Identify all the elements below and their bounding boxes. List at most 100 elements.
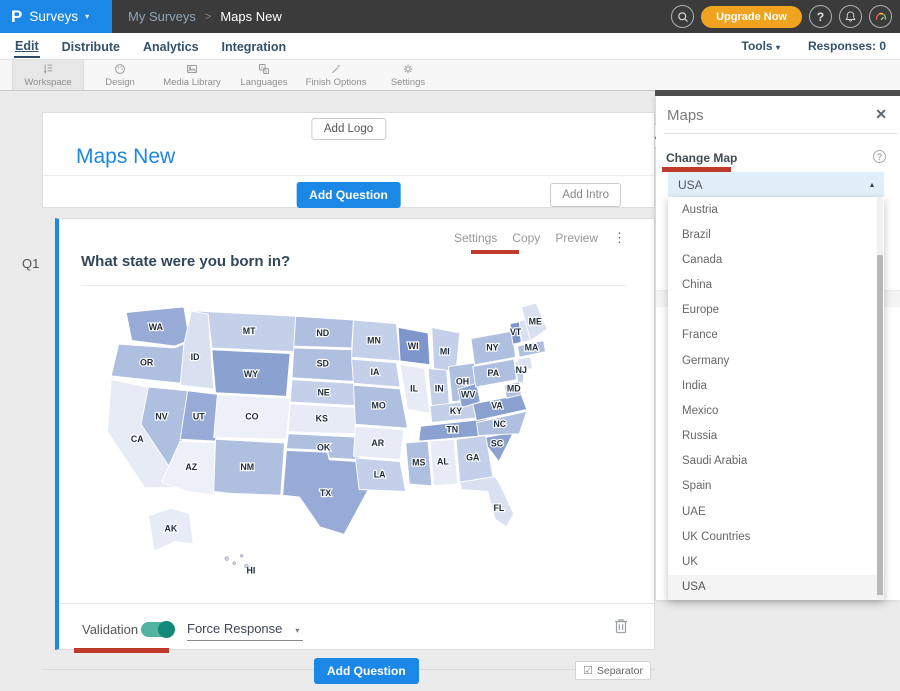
add-question-button-top[interactable]: Add Question [296, 182, 401, 208]
state-label-MA: MA [525, 343, 539, 353]
annotation-underline-settings [471, 250, 519, 254]
svg-text:a: a [265, 70, 268, 74]
breadcrumb-current: Maps New [220, 9, 281, 24]
add-intro-button[interactable]: Add Intro [550, 183, 621, 207]
toolbar-item-label: Media Library [163, 77, 221, 88]
separator-toggle-button[interactable]: ☑ Separator [575, 661, 651, 680]
question-actions: Settings Copy Preview ⋮ [454, 230, 626, 246]
scrollbar-thumb[interactable] [877, 255, 883, 595]
map-option-germany[interactable]: Germany [668, 348, 884, 373]
validation-toggle[interactable] [141, 622, 174, 637]
delete-question-trash-icon[interactable] [614, 617, 628, 639]
dropdown-scrollbar[interactable] [877, 197, 883, 600]
help-circle-icon[interactable]: ? [873, 150, 886, 163]
change-map-dropdown: USA ▴ AustriaBrazilCanadaChinaEuropeFran… [668, 172, 884, 600]
breadcrumb: My Surveys > Maps New [128, 0, 282, 33]
map-option-brazil[interactable]: Brazil [668, 222, 884, 247]
toolbar-item-settings[interactable]: Settings [372, 60, 444, 90]
map-option-uk-countries[interactable]: UK Countries [668, 524, 884, 549]
toolbar-item-design[interactable]: Design [84, 60, 156, 90]
map-option-saudi-arabia[interactable]: Saudi Arabia [668, 449, 884, 474]
state-label-MI: MI [440, 346, 450, 356]
toolbar-item-finish-options[interactable]: Finish Options [300, 60, 372, 90]
question-preview-link[interactable]: Preview [555, 231, 598, 245]
add-question-button-bottom[interactable]: Add Question [314, 658, 419, 684]
toolbar-item-workspace[interactable]: Workspace [12, 60, 84, 90]
tab-edit[interactable]: Edit [14, 35, 40, 58]
map-option-spain[interactable]: Spain [668, 474, 884, 499]
map-option-austria[interactable]: Austria [668, 197, 884, 222]
upgrade-now-button[interactable]: Upgrade Now [701, 6, 802, 28]
state-label-SD: SD [317, 359, 330, 369]
state-label-TN: TN [446, 425, 458, 435]
map-option-india[interactable]: India [668, 373, 884, 398]
change-map-select[interactable]: USA ▴ [668, 172, 884, 197]
state-label-WI: WI [408, 341, 419, 351]
map-option-france[interactable]: France [668, 323, 884, 348]
map-option-usa[interactable]: USA [668, 575, 884, 600]
breadcrumb-my-surveys[interactable]: My Surveys [128, 9, 196, 24]
state-label-IA: IA [371, 367, 380, 377]
tab-analytics[interactable]: Analytics [142, 36, 200, 57]
usa-map: WAORCAIDNVUTAZMTWYCONMNDSDNEKSOKTXMNIAMO… [100, 293, 552, 593]
divider [43, 175, 654, 176]
toolbar-item-media-library[interactable]: Media Library [156, 60, 228, 90]
question-settings-link[interactable]: Settings [454, 231, 497, 245]
chevron-up-icon: ▴ [870, 180, 874, 189]
toolbar-item-languages[interactable]: AaLanguages [228, 60, 300, 90]
question-more-menu-icon[interactable]: ⋮ [613, 230, 626, 246]
hawaii-island-dot[interactable] [240, 554, 243, 557]
responses-count: Responses: 0 [808, 39, 886, 53]
product-name: Surveys [29, 9, 78, 24]
map-option-canada[interactable]: Canada [668, 247, 884, 272]
divider [81, 285, 626, 286]
state-label-MT: MT [243, 326, 256, 336]
tab-distribute[interactable]: Distribute [61, 36, 121, 57]
state-label-VA: VA [491, 401, 503, 411]
question-copy-link[interactable]: Copy [512, 231, 540, 245]
notifications-bell-icon[interactable] [839, 5, 862, 28]
help-icon[interactable]: ? [809, 5, 832, 28]
toolbar-items: Workspace Design Media Library AaLanguagesF… [12, 60, 444, 90]
account-gauge-icon[interactable] [869, 5, 892, 28]
chevron-down-icon: ▾ [85, 12, 89, 21]
hawaii-island-dot[interactable] [233, 562, 236, 565]
divider [664, 133, 898, 134]
separator-label: Separator [597, 665, 643, 677]
hawaii-island-dot[interactable] [225, 557, 229, 561]
toolbar-item-label: Settings [391, 77, 425, 88]
tools-dropdown[interactable]: Tools ▾ [742, 39, 780, 53]
toolbar-item-label: Design [105, 77, 135, 88]
survey-title[interactable]: Maps New [76, 145, 175, 169]
map-option-uk[interactable]: UK [668, 549, 884, 574]
question-text[interactable]: What state were you born in? [81, 253, 290, 270]
survey-header-card: Add Logo Maps New Add Question Add Intro [42, 112, 655, 208]
force-response-dropdown[interactable]: Force Response▾ [187, 621, 303, 641]
state-label-AR: AR [371, 438, 384, 448]
map-option-china[interactable]: China [668, 273, 884, 298]
state-label-ND: ND [316, 328, 329, 338]
close-icon[interactable]: ✕ [875, 106, 887, 123]
finish-options-icon [329, 62, 343, 76]
map-option-uae[interactable]: UAE [668, 499, 884, 524]
state-label-AK: AK [164, 524, 177, 534]
state-label-WA: WA [149, 322, 164, 332]
state-FL[interactable] [460, 477, 514, 527]
state-label-HI: HI [247, 565, 256, 575]
workspace-icon [41, 62, 55, 76]
state-label-IL: IL [410, 384, 418, 394]
map-option-mexico[interactable]: Mexico [668, 398, 884, 423]
state-label-GA: GA [466, 453, 480, 463]
product-switcher[interactable]: P Surveys ▾ [0, 0, 112, 33]
chevron-down-icon: ▾ [295, 626, 299, 635]
annotation-underline-change-map [662, 167, 731, 172]
state-label-NM: NM [240, 462, 254, 472]
search-icon[interactable] [671, 5, 694, 28]
survey-nav-bar: Edit Distribute Analytics Integration Tools… [0, 33, 900, 60]
question-card[interactable]: Settings Copy Preview ⋮ What state were … [55, 218, 655, 650]
map-option-russia[interactable]: Russia [668, 424, 884, 449]
breadcrumb-separator-icon: > [205, 11, 211, 23]
map-option-europe[interactable]: Europe [668, 298, 884, 323]
add-logo-button[interactable]: Add Logo [311, 118, 386, 140]
tab-integration[interactable]: Integration [221, 36, 288, 57]
